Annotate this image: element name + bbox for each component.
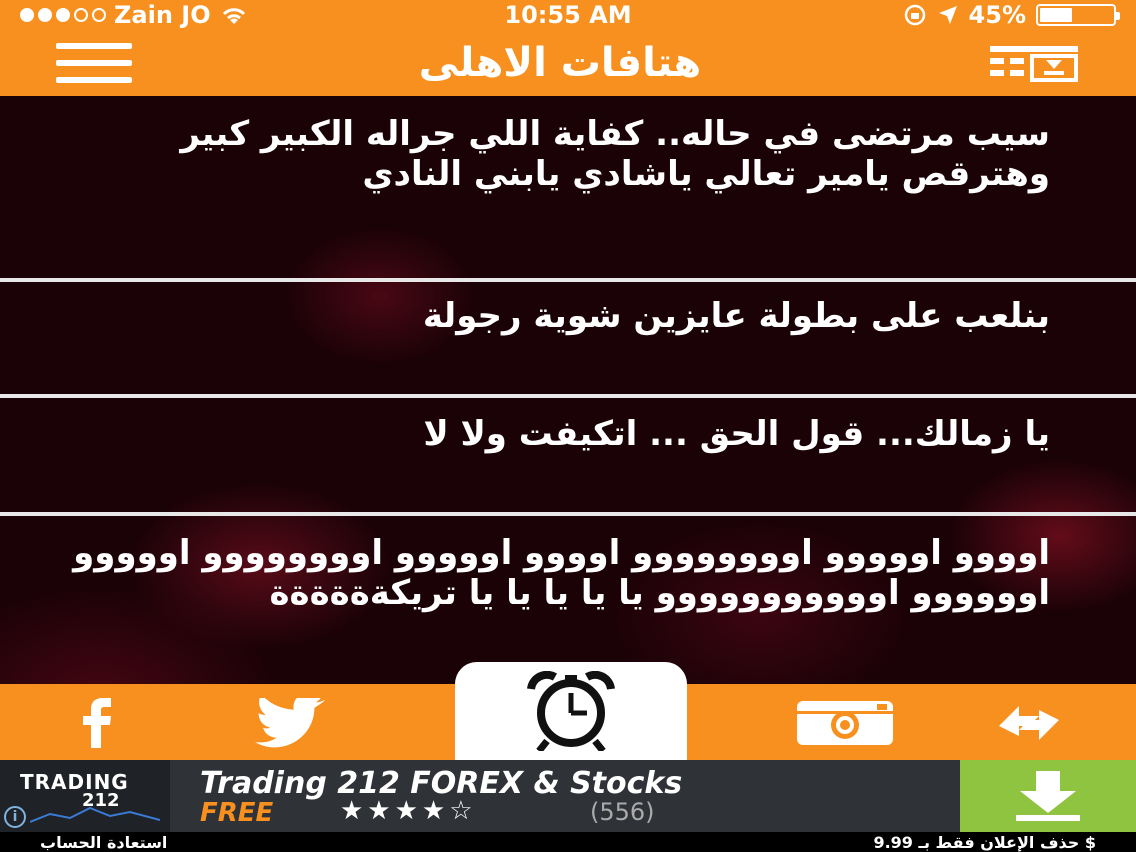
- restore-account-link[interactable]: استعادة الحساب: [40, 833, 167, 852]
- ad-rating-stars: ★★★★☆: [340, 796, 477, 826]
- divider: [0, 278, 1136, 282]
- facebook-icon: [83, 698, 111, 748]
- ad-download-button[interactable]: [960, 760, 1136, 832]
- ad-info-icon[interactable]: i: [4, 806, 26, 828]
- rotation-lock-icon: [904, 4, 925, 26]
- ad-body[interactable]: Trading 212 FOREX & Stocks FREE ★★★★☆ (5…: [170, 760, 960, 832]
- ad-logo: TRADING 212 i: [0, 760, 170, 832]
- location-arrow-icon: [938, 6, 957, 24]
- instagram-button[interactable]: [790, 692, 900, 754]
- bottom-toolbar: [0, 662, 1136, 760]
- list-item[interactable]: بنلعب على بطولة عايزين شوية رجولة: [0, 296, 1136, 336]
- list-item[interactable]: اوووو اووووو اوووووووو اوووو اووووو اووو…: [0, 533, 1136, 613]
- status-time: 10:55 AM: [504, 1, 632, 29]
- chant-text: يا زمالك... قول الحق ... اتكيفت ولا لا: [423, 414, 1050, 454]
- wifi-icon: [222, 8, 245, 24]
- twitter-icon: [255, 698, 326, 748]
- ad-price: FREE: [200, 798, 274, 828]
- chants-list: سيب مرتضى في حاله.. كفاية اللي جراله الك…: [0, 96, 1136, 684]
- ad-banner[interactable]: TRADING 212 i Trading 212 FOREX & Stocks…: [0, 760, 1136, 832]
- chant-text: اوووو اووووو اوووووووو اوووو اووووو اووو…: [73, 533, 1050, 613]
- twitter-button[interactable]: [228, 692, 338, 754]
- menu-icon: [56, 43, 132, 49]
- list-item[interactable]: سيب مرتضى في حاله.. كفاية اللي جراله الك…: [0, 114, 1136, 194]
- status-bar: Zain JO 10:55 AM 45%: [0, 0, 1136, 30]
- divider: [0, 394, 1136, 398]
- divider: [0, 512, 1136, 516]
- ad-review-count: (556): [590, 798, 655, 826]
- footer: استعادة الحساب حذف الإعلان فقط بـ 9.99 $: [0, 832, 1136, 852]
- chant-text: بنلعب على بطولة عايزين شوية رجولة: [422, 296, 1050, 336]
- download-icon: [1016, 771, 1080, 821]
- nav-bar: هتافات الاهلى: [0, 30, 1136, 96]
- battery-level: [1040, 8, 1073, 22]
- remove-ads-link[interactable]: حذف الإعلان فقط بـ 9.99 $: [873, 833, 1096, 852]
- status-right: 45%: [716, 1, 1120, 29]
- share-button[interactable]: [974, 692, 1084, 754]
- status-left: Zain JO: [20, 1, 420, 29]
- carrier-name: Zain JO: [114, 1, 211, 29]
- page-title: هتافات الاهلى: [418, 40, 702, 86]
- facebook-button[interactable]: [42, 692, 152, 754]
- battery-icon: [1036, 4, 1120, 26]
- ad-chart-decoration: [30, 806, 160, 823]
- list-item[interactable]: يا زمالك... قول الحق ... اتكيفت ولا لا: [0, 414, 1136, 454]
- alarm-clock-icon: [527, 671, 615, 751]
- share-icon: [999, 706, 1059, 740]
- chant-text: سيب مرتضى في حاله.. كفاية اللي جراله الك…: [180, 114, 1050, 194]
- list-download-icon[interactable]: [988, 43, 1080, 83]
- menu-button[interactable]: [56, 43, 132, 83]
- signal-strength-icon: [20, 8, 106, 22]
- battery-percent: 45%: [968, 1, 1026, 29]
- alarm-button[interactable]: [455, 662, 687, 760]
- instagram-icon: [797, 701, 893, 745]
